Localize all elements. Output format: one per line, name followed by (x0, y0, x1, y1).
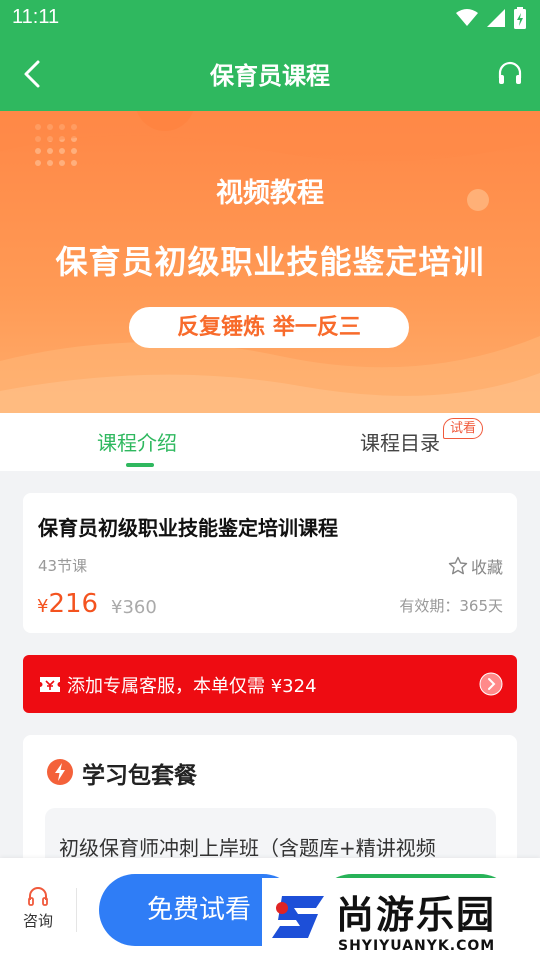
headset-icon (28, 887, 48, 906)
original-price: ¥360 (111, 597, 157, 618)
exclusive-service-promo[interactable]: 添加专属客服，本单仅需 ¥324 (23, 655, 517, 713)
customer-service-button[interactable] (494, 58, 526, 90)
banner-slogan: 反复锤炼 举一反三 (129, 307, 409, 348)
favorite-label: 收藏 (470, 558, 503, 577)
status-icons (456, 7, 526, 29)
battery-icon (514, 7, 526, 29)
course-name: 保育员初级职业技能鉴定培训课程 (38, 516, 338, 540)
lesson-count: 43节课 (38, 557, 88, 575)
tab-course-catalog[interactable]: 课程目录 (360, 427, 440, 456)
watermark-text: 尚游乐园 (336, 893, 497, 937)
watermark-logo (272, 896, 324, 938)
package-item-name: 初级保育师冲刺上岸班（含题库+精讲视频 (59, 836, 436, 860)
tab-course-intro[interactable]: 课程介绍 (97, 427, 177, 456)
watermark: 尚游乐园 SHYIYUANYK.COM (262, 878, 540, 960)
package-title: 学习包套餐 (82, 763, 197, 789)
consult-label: 咨询 (22, 912, 53, 930)
tab-active-indicator (126, 463, 154, 467)
current-price-value: 216 (48, 589, 99, 619)
chevron-right-circle-icon (479, 672, 503, 696)
title-bar: 保育员课程 (0, 36, 540, 111)
status-time: 11:11 (12, 6, 60, 28)
course-info-card: 保育员初级职业技能鉴定培训课程 43节课 收藏 ¥216 ¥360 有效期：36… (23, 493, 517, 633)
divider (76, 888, 77, 932)
current-price: ¥216 (37, 589, 98, 619)
page-title: 保育员课程 (210, 62, 330, 90)
ticket-icon (40, 677, 60, 692)
course-banner: 视频教程 保育员初级职业技能鉴定培训 反复锤炼 举一反三 (0, 111, 540, 413)
consult-button[interactable]: 咨询 (14, 884, 62, 931)
currency-symbol: ¥ (37, 596, 49, 617)
banner-subtitle: 视频教程 (216, 178, 324, 209)
star-icon (448, 556, 468, 575)
status-bar: 11:11 (0, 0, 540, 36)
wifi-icon (456, 9, 478, 26)
banner-title: 保育员初级职业技能鉴定培训 (55, 243, 485, 281)
promo-text: 添加专属客服，本单仅需 ¥324 (67, 676, 317, 697)
headset-icon (498, 61, 522, 84)
validity-period: 有效期：365天 (399, 597, 503, 615)
watermark-url: SHYIYUANYK.COM (338, 938, 496, 954)
trial-badge: 试看 (443, 418, 484, 439)
tab-bar: 课程介绍 课程目录 试看 (0, 413, 540, 471)
cell-signal-icon (487, 9, 505, 27)
favorite-button[interactable]: 收藏 (448, 554, 503, 578)
lightning-icon (47, 759, 73, 785)
